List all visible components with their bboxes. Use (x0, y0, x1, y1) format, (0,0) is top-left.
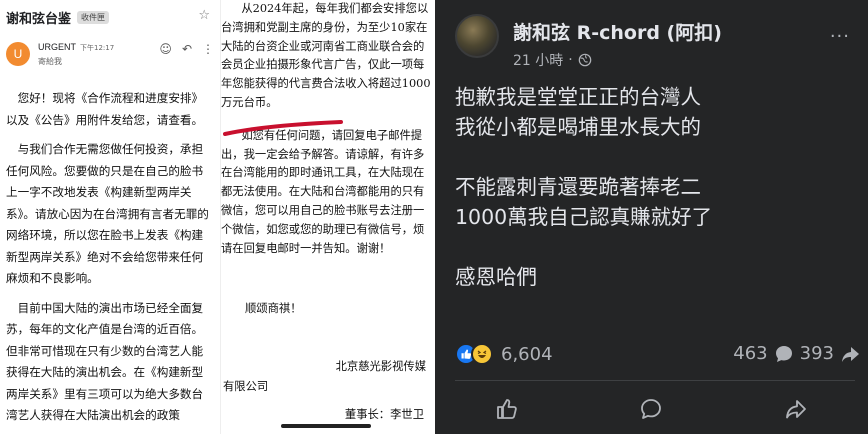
comment-icon (641, 399, 662, 419)
globe-icon (578, 53, 592, 67)
post-line-blank (455, 142, 855, 172)
author-name[interactable]: 謝和弦 R-chord (阿扣) (513, 18, 722, 45)
share-count[interactable]: 393 (800, 343, 834, 364)
email-actions: ☺ ↶ ⋮ (159, 42, 214, 56)
share-icon (785, 400, 806, 419)
like-button[interactable] (487, 392, 527, 426)
emoji-icon[interactable]: ☺ (159, 42, 172, 56)
sender-row: U URGENT 下午12:17 寄給我 ☺ ↶ ⋮ (6, 40, 216, 70)
letter-panel: 从2024年起，每年我们都会安排您以台湾拥和党副主席的身份，为至少10家在大陆的… (220, 0, 434, 434)
email-paragraph: 目前中国大陆的演出市场已经全面复苏，每年的文化产值是台湾的近百倍。但非常可惜现在… (6, 300, 204, 423)
post-actions (435, 392, 868, 426)
comment-count[interactable]: 463 (733, 343, 767, 364)
recipient-label[interactable]: 寄給我 (38, 56, 62, 67)
post-time[interactable]: 21 小時 (513, 50, 563, 70)
post-line: 1000萬我自己認真賺就好了 (455, 205, 713, 229)
email-paragraph: 与我们合作无需您做任何投资，承担任何风险。您要做的只是在自己的脸书上一字不改地发… (6, 142, 209, 285)
letter-signature: 董事长：李世卫 (344, 408, 424, 421)
sender-avatar: U (6, 42, 30, 66)
email-header: 谢和弦台鉴 收件匣 ☆ (6, 8, 216, 27)
more-options-icon[interactable]: ··· (830, 26, 850, 47)
post-divider (455, 380, 855, 381)
engagement-stats: 463 393 (733, 343, 860, 364)
email-body: 您好！现将《合作流程和进度安排》以及《公告》用附件发给您，请查看。 与我们合作无… (6, 88, 214, 434)
star-icon[interactable]: ☆ (198, 8, 210, 23)
reaction-summary[interactable]: 6,604 (455, 343, 553, 365)
post-line: 我從小都是喝埔里水長大的 (455, 115, 701, 139)
thumbs-up-icon (497, 399, 517, 419)
meta-separator: · (568, 52, 573, 68)
post-line-blank (455, 232, 855, 262)
email-paragraph: 您好！现将《合作流程和进度安排》以及《公告》用附件发给您，请查看。 (6, 91, 204, 127)
sender-name: URGENT (38, 42, 76, 52)
red-highlight-stroke (223, 120, 343, 136)
author-avatar[interactable] (455, 14, 499, 58)
share-count-icon (842, 346, 859, 362)
post-meta: 21 小時 · (513, 50, 592, 70)
email-timestamp: 下午12:17 (80, 44, 115, 52)
share-button[interactable] (776, 392, 816, 426)
letter-paragraph: 从2024年起，每年我们都会安排您以台湾拥和党副主席的身份，为至少10家在大陆的… (221, 2, 431, 109)
letter-closing: 顺颂商祺！ (245, 302, 302, 315)
post-line: 抱歉我是堂堂正正的台灣人 (455, 85, 701, 109)
reaction-count[interactable]: 6,604 (501, 344, 553, 365)
comment-count-icon (775, 345, 792, 362)
letter-paragraph: 如您有任何问题，请回复电子邮件提出，我一定会给予解答。请谅解，有许多在台湾能用的… (221, 128, 425, 255)
signature-rule (281, 424, 371, 428)
reply-icon[interactable]: ↶ (182, 42, 192, 56)
more-vert-icon[interactable]: ⋮ (202, 42, 214, 56)
facebook-post: 謝和弦 R-chord (阿扣) 21 小時 · ··· 抱歉我是堂堂正正的台灣… (435, 0, 868, 434)
inbox-label-tag[interactable]: 收件匣 (77, 10, 110, 24)
post-line: 感恩哈們 (455, 265, 537, 289)
post-text: 抱歉我是堂堂正正的台灣人 我從小都是喝埔里水長大的 不能露刺青還要跪著捧老二 1… (455, 82, 855, 292)
comment-button[interactable] (631, 392, 671, 426)
haha-reaction-icon (471, 343, 493, 365)
email-panel: 谢和弦台鉴 收件匣 ☆ U URGENT 下午12:17 寄給我 ☺ ↶ ⋮ 您… (0, 0, 220, 434)
post-line: 不能露刺青還要跪著捧老二 (455, 175, 701, 199)
company-name: 北京慈光影视传媒 (335, 360, 426, 373)
email-subject: 谢和弦台鉴 (6, 11, 72, 27)
company-name-suffix: 有限公司 (223, 380, 269, 393)
